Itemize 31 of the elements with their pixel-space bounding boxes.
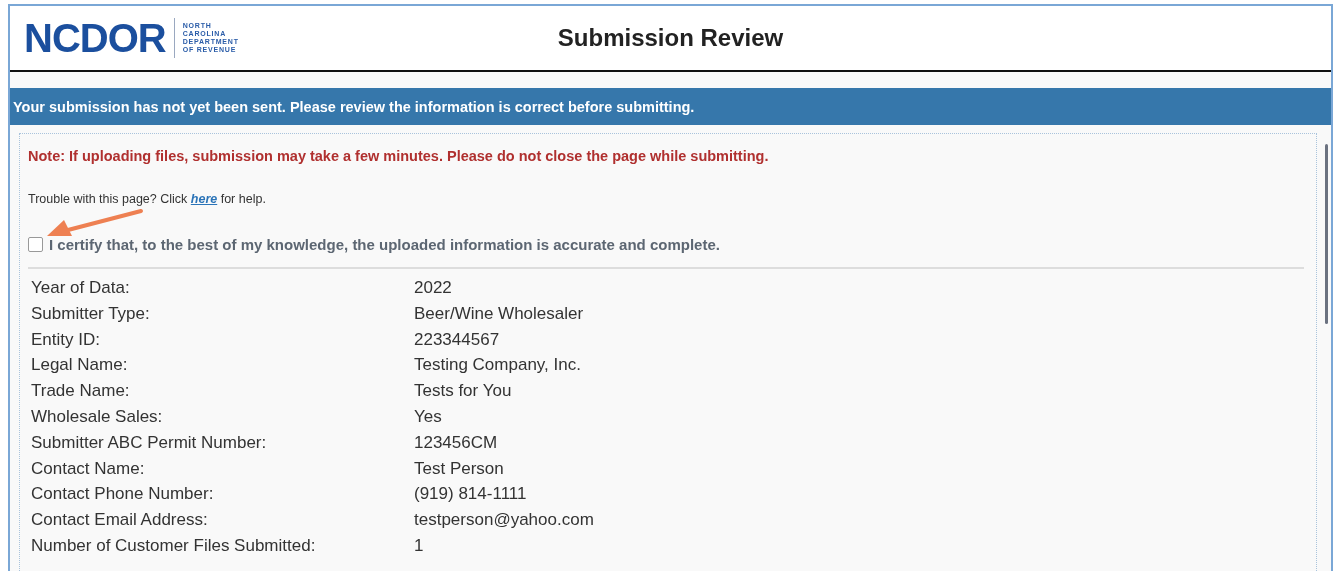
- upload-note: Note: If uploading files, submission may take a few minutes. Please do not close the page while submitting.: [28, 148, 770, 164]
- field-label: Contact Phone Number:: [31, 483, 215, 505]
- field-value: Test Person: [414, 457, 505, 480]
- help-text: Trouble with this page? Click here for help.: [28, 192, 267, 206]
- certify-checkbox[interactable]: [28, 237, 43, 252]
- field-value: Yes: [414, 406, 443, 428]
- field-label: Number of Customer Files Submitted:: [31, 534, 317, 557]
- field-label: Year of Data:: [31, 277, 131, 299]
- field-value: (919) 814-1111: [414, 483, 528, 505]
- scrollbar-thumb[interactable]: [1325, 144, 1328, 324]
- info-banner: Your submission has not yet been sent. Please review the information is correct before submitting.: [10, 88, 1331, 125]
- field-label: Submitter Type:: [31, 302, 151, 325]
- field-value: 123456CM: [414, 431, 499, 454]
- field-value: Beer/Wine Wholesaler: [414, 302, 585, 325]
- field-label: Trade Name:: [31, 380, 131, 402]
- field-value: 1: [414, 534, 425, 557]
- help-link[interactable]: here: [190, 192, 218, 206]
- field-label: Entity ID:: [31, 328, 101, 351]
- logo-wordmark: NCDOR: [24, 15, 166, 61]
- field-value: Testing Company, Inc.: [414, 354, 582, 376]
- field-label: Legal Name:: [31, 354, 129, 376]
- field-label: Wholesale Sales:: [31, 406, 164, 428]
- field-value: Tests for You: [414, 380, 513, 402]
- field-value: 223344567: [414, 328, 501, 351]
- page-title: Submission Review: [557, 24, 784, 52]
- field-value: 2022: [414, 277, 453, 299]
- field-label: Submitter ABC Permit Number:: [31, 431, 268, 454]
- field-label: Contact Email Address:: [31, 509, 209, 531]
- field-label: Contact Name:: [31, 457, 146, 480]
- certify-label: I certify that, to the best of my knowledge, the uploaded information is accurate and complete.: [49, 236, 720, 253]
- field-value: testperson@yahoo.com: [414, 509, 595, 531]
